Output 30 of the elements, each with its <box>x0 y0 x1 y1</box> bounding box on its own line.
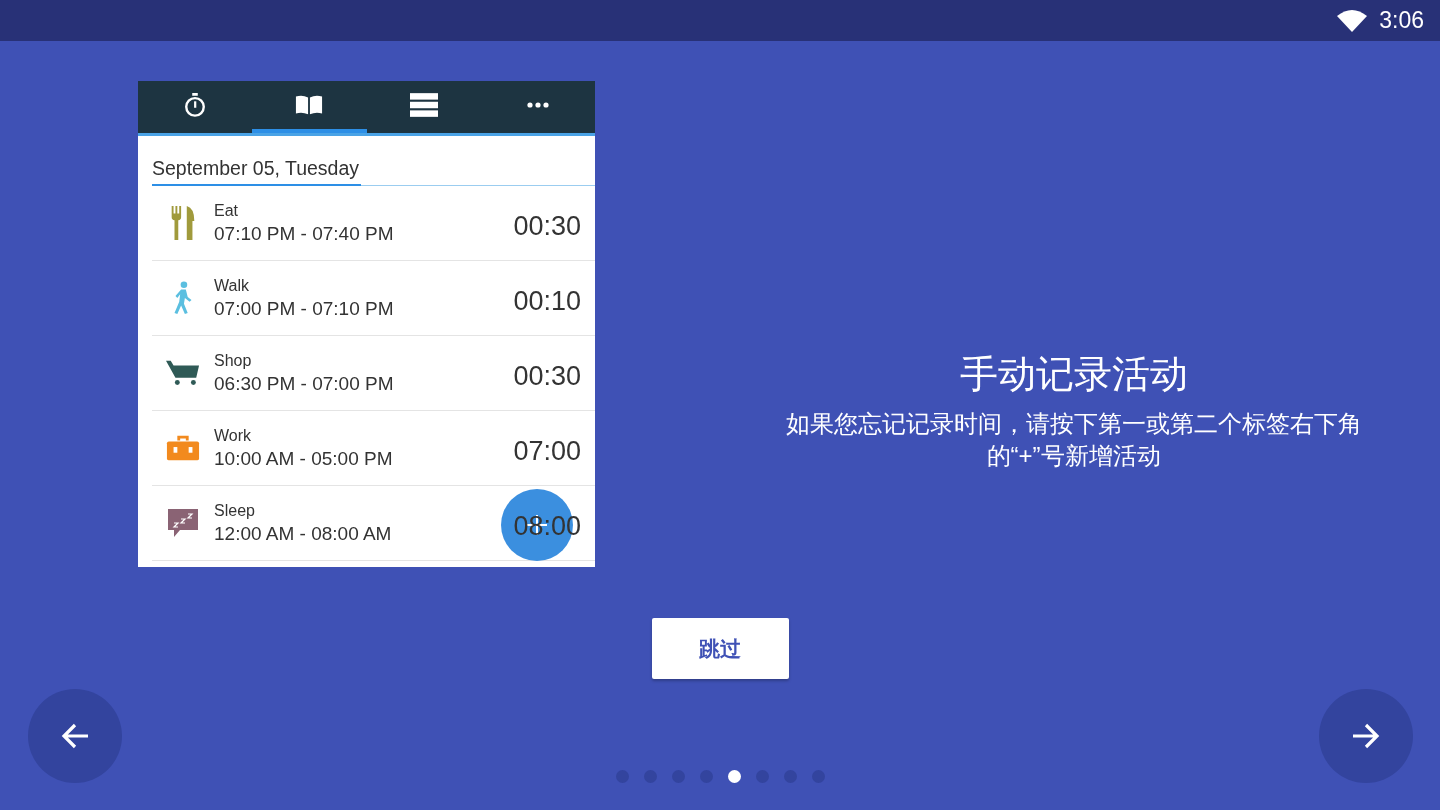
activity-duration: 00:30 <box>513 210 581 242</box>
activity-name: Eat <box>214 201 239 220</box>
book-icon <box>295 93 324 117</box>
activity-row[interactable]: Shop 06:30 PM - 07:00 PM 00:30 <box>152 336 595 411</box>
skip-button[interactable]: 跳过 <box>651 618 789 679</box>
activity-time-range: 12:00 AM - 08:00 AM <box>214 522 393 545</box>
right-arrow-icon <box>1352 723 1380 749</box>
activity-time-range: 10:00 AM - 05:00 PM <box>214 447 394 470</box>
wifi-icon <box>1337 9 1368 32</box>
activity-row[interactable]: Eat 07:10 PM - 07:40 PM 00:30 <box>152 186 595 261</box>
activity-time-range: 06:30 PM - 07:00 PM <box>214 372 395 395</box>
date-header: September 05, Tuesday <box>152 153 362 186</box>
activity-name: Walk <box>214 276 250 295</box>
list-icon <box>409 93 438 117</box>
activity-name: Sleep <box>214 501 256 520</box>
activity-time-range: 07:00 PM - 07:10 PM <box>214 297 395 320</box>
activity-row[interactable]: Work 10:00 AM - 05:00 PM 07:00 <box>152 411 595 486</box>
status-time: 3:06 <box>1379 7 1424 34</box>
activity-name: Work <box>214 426 253 445</box>
activity-name: Shop <box>214 351 253 370</box>
intro-description: 如果您忘记记录时间，请按下第一或第二个标签右下角的“+”号新增活动 <box>784 409 1363 471</box>
activity-duration: 07:00 <box>513 435 581 467</box>
activity-duration: 00:30 <box>513 360 581 392</box>
activity-time-range: 07:10 PM - 07:40 PM <box>214 222 395 245</box>
page-dot[interactable] <box>728 770 741 783</box>
left-arrow-icon <box>61 723 89 749</box>
intro-title: 手动记录活动 <box>959 352 1188 397</box>
more-icon <box>526 102 549 108</box>
activity-duration: 00:10 <box>513 285 581 317</box>
activity-row[interactable]: Walk 07:00 PM - 07:10 PM 00:10 <box>152 261 595 336</box>
